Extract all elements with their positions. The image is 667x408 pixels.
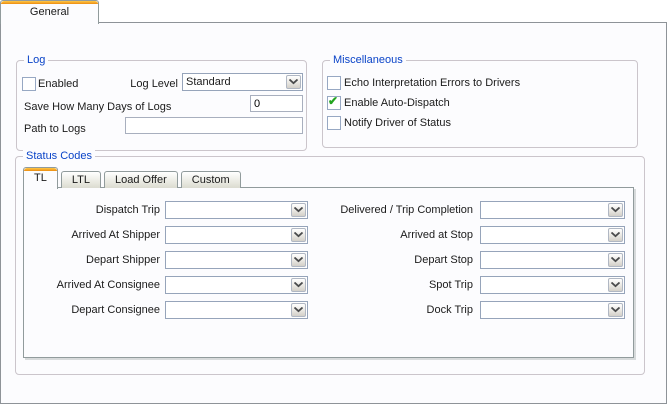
settings-window: General Log Enabled Log Level Standard S… (0, 0, 667, 408)
log-group: Log Enabled Log Level Standard Save How … (16, 60, 307, 151)
arrived-at-stop-combo[interactable] (480, 226, 625, 244)
active-tab-accent (1, 1, 98, 4)
general-tab-panel: Log Enabled Log Level Standard Save How … (0, 22, 667, 404)
dock-trip-combo[interactable] (480, 301, 625, 319)
path-to-logs-label: Path to Logs (24, 123, 86, 135)
spot-trip-label: Spot Trip (253, 279, 473, 291)
path-to-logs-input[interactable] (125, 117, 303, 134)
delivered-trip-completion-combo[interactable] (480, 201, 625, 219)
delivered-trip-completion-combo-dropdown-button[interactable] (608, 203, 623, 217)
misc-checkbox-1[interactable]: ✔ (327, 96, 341, 110)
save-days-label: Save How Many Days of Logs (24, 101, 171, 113)
depart-stop-combo[interactable] (480, 251, 625, 269)
misc-checkbox-2[interactable] (327, 116, 341, 130)
depart-consignee-label: Depart Consignee (24, 304, 160, 316)
status-tab-load-offer[interactable]: Load Offer (104, 171, 178, 188)
active-tab-accent (24, 168, 57, 171)
spot-trip-combo-dropdown-button[interactable] (608, 278, 623, 292)
chevron-down-icon (611, 257, 620, 263)
depart-stop-combo-dropdown-button[interactable] (608, 253, 623, 267)
status-codes-tl-panel: Dispatch Trip Arrived At Shipper Depart Sh… (23, 187, 634, 358)
status-tab-ltl[interactable]: LTL (61, 171, 101, 188)
log-level-label: Log Level (77, 78, 178, 90)
chevron-down-icon (611, 307, 620, 313)
miscellaneous-group: Miscellaneous Echo Interpretation Errors… (322, 60, 638, 148)
status-tab-label: LTL (72, 174, 90, 186)
tab-general-label: General (1, 6, 98, 18)
depart-stop-label: Depart Stop (253, 254, 473, 266)
misc-checkbox-label: Notify Driver of Status (344, 117, 451, 129)
log-group-title: Log (24, 54, 48, 66)
status-tab-label: TL (34, 172, 47, 184)
enabled-checkbox[interactable] (22, 77, 36, 91)
chevron-down-icon (289, 79, 298, 85)
dock-trip-label: Dock Trip (253, 304, 473, 316)
arrived-at-consignee-label: Arrived At Consignee (24, 279, 160, 291)
log-level-value: Standard (186, 76, 284, 88)
dispatch-trip-label: Dispatch Trip (24, 204, 160, 216)
status-codes-tabstrip: TL LTL Load Offer Custom (23, 164, 244, 188)
status-tab-custom[interactable]: Custom (181, 171, 241, 188)
arrived-at-stop-combo-dropdown-button[interactable] (608, 228, 623, 242)
delivered-trip-completion-label: Delivered / Trip Completion (253, 204, 473, 216)
status-tab-label: Load Offer (115, 174, 167, 186)
check-icon: ✔ (328, 94, 338, 108)
arrived-at-shipper-label: Arrived At Shipper (24, 229, 160, 241)
chevron-down-icon (611, 207, 620, 213)
miscellaneous-group-title: Miscellaneous (330, 54, 406, 66)
tab-general[interactable]: General (0, 0, 99, 24)
enabled-checkbox-label: Enabled (38, 78, 78, 90)
depart-shipper-label: Depart Shipper (24, 254, 160, 266)
save-days-input[interactable] (250, 95, 303, 112)
chevron-down-icon (611, 232, 620, 238)
status-tab-tl[interactable]: TL (23, 167, 58, 189)
dock-trip-combo-dropdown-button[interactable] (608, 303, 623, 317)
arrived-at-stop-label: Arrived at Stop (253, 229, 473, 241)
misc-checkbox-label: Enable Auto-Dispatch (344, 97, 450, 109)
log-level-combo[interactable]: Standard (182, 73, 303, 91)
status-codes-group-title: Status Codes (23, 150, 95, 162)
status-codes-group: Status Codes TLLTLLoad OfferCustom Dispa… (15, 156, 645, 375)
status-tab-label: Custom (192, 174, 230, 186)
misc-checkbox-label: Echo Interpretation Errors to Drivers (344, 77, 520, 89)
chevron-down-icon (611, 282, 620, 288)
misc-checkbox-0[interactable] (327, 76, 341, 90)
log-level-dropdown-button[interactable] (286, 75, 301, 89)
spot-trip-combo[interactable] (480, 276, 625, 294)
